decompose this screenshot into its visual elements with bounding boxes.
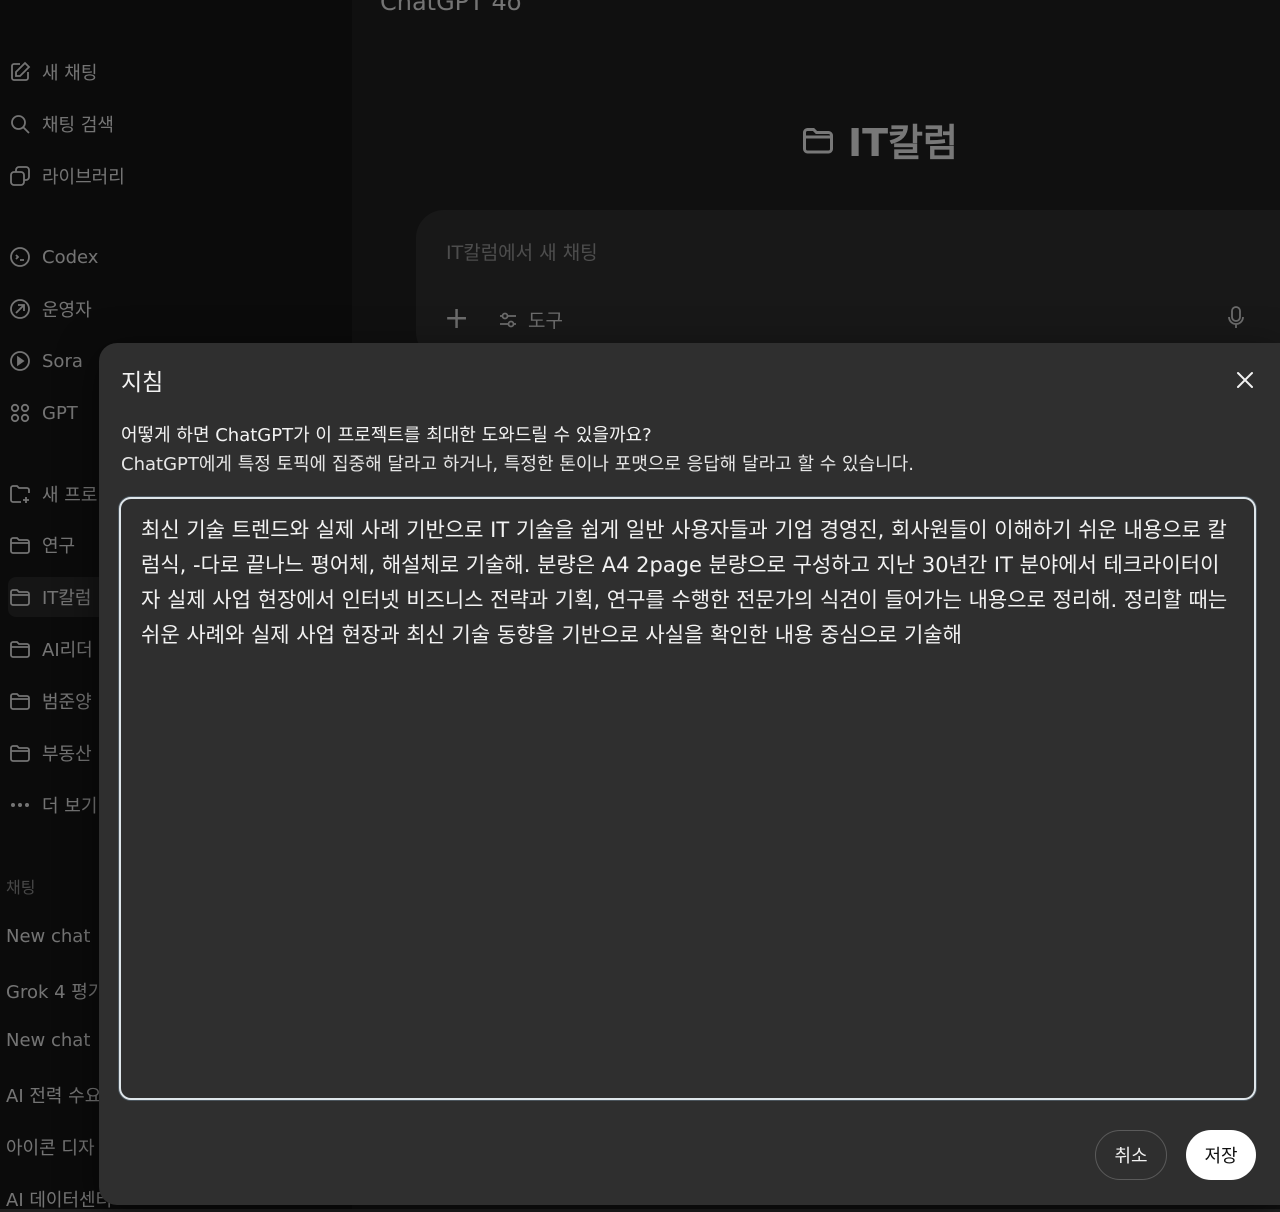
dialog-title: 지침: [121, 370, 164, 396]
instructions-dialog: 지침 어떻게 하면 ChatGPT가 이 프로젝트를 최대한 도와드릴 수 있을…: [99, 343, 1280, 1205]
close-icon: [1237, 372, 1253, 388]
close-button[interactable]: [1230, 365, 1260, 395]
dialog-question: 어떻게 하면 ChatGPT가 이 프로젝트를 최대한 도와드릴 수 있을까요?: [121, 425, 652, 446]
instructions-textarea[interactable]: 최신 기술 트렌드와 실제 사례 기반으로 IT 기술을 쉽게 일반 사용자들과…: [119, 497, 1256, 1100]
save-button[interactable]: 저장: [1186, 1130, 1256, 1180]
cancel-button[interactable]: 취소: [1095, 1130, 1167, 1180]
dialog-hint: ChatGPT에게 특정 토픽에 집중해 달라고 하거나, 특정한 톤이나 포맷…: [121, 454, 914, 475]
